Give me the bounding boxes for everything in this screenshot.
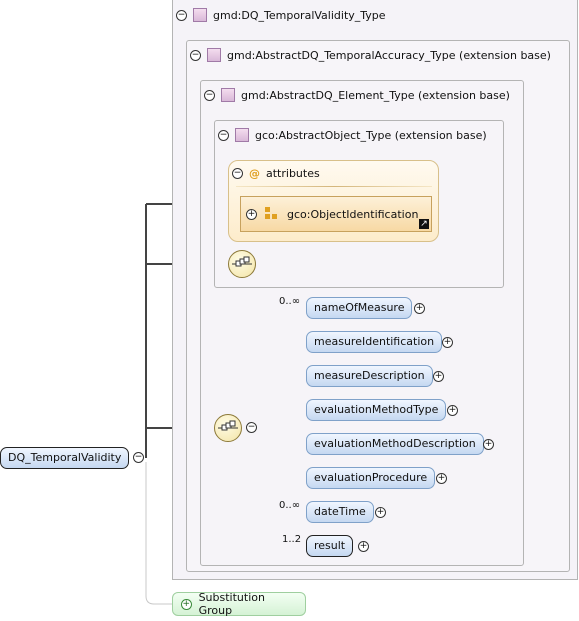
collapse-icon[interactable]: − [133, 452, 144, 463]
type-label: gmd:AbstractDQ_Element_Type (extension b… [241, 88, 510, 102]
collapse-icon[interactable]: − [190, 49, 201, 61]
type-header-abstract-element[interactable]: − gmd:AbstractDQ_Element_Type (extension… [204, 88, 510, 102]
substitution-group[interactable]: + Substitution Group [172, 591, 306, 617]
type-header-abstract-object[interactable]: − gco:AbstractObject_Type (extension bas… [218, 128, 487, 142]
expand-icon[interactable]: + [375, 507, 386, 518]
element-evaluation-method-description[interactable]: evaluationMethodDescription [306, 433, 484, 455]
type-label: gmd:AbstractDQ_TemporalAccuracy_Type (ex… [227, 48, 551, 62]
expand-icon[interactable]: + [433, 371, 444, 382]
attributes-divider [236, 186, 432, 187]
type-header-temporal-accuracy[interactable]: − gmd:AbstractDQ_TemporalAccuracy_Type (… [190, 48, 551, 62]
expand-icon[interactable]: + [436, 473, 447, 484]
attributes-header[interactable]: − @ attributes [232, 167, 320, 180]
substitution-group-label: Substitution Group [198, 591, 265, 617]
collapse-icon[interactable]: − [218, 129, 229, 141]
collapse-icon[interactable]: − [246, 422, 257, 433]
element-date-time[interactable]: dateTime [306, 501, 374, 523]
occurrence-label: 1..2 [282, 534, 302, 545]
type-label: gco:AbstractObject_Type (extension base) [255, 128, 487, 142]
element-measure-identification[interactable]: measureIdentification [306, 331, 443, 353]
complex-type-icon [235, 128, 249, 142]
sequence-compositor-icon[interactable] [214, 414, 242, 442]
sequence-compositor-icon[interactable] [228, 250, 256, 278]
expand-icon[interactable]: + [447, 405, 458, 416]
expand-icon[interactable]: + [358, 541, 369, 552]
attribute-group-label: gco:ObjectIdentification [287, 207, 419, 221]
root-element-dq-temporal-validity[interactable]: DQ_TemporalValidity [0, 447, 130, 469]
expand-icon[interactable]: + [181, 598, 192, 610]
attribute-group-icon [265, 207, 279, 221]
element-name-of-measure[interactable]: nameOfMeasure [306, 297, 413, 319]
element-result[interactable]: result [306, 535, 354, 557]
collapse-icon[interactable]: − [204, 89, 215, 101]
element-evaluation-procedure[interactable]: evaluationProcedure [306, 467, 436, 489]
element-evaluation-method-type[interactable]: evaluationMethodType [306, 399, 447, 421]
collapse-icon[interactable]: − [232, 168, 243, 179]
attributes-label: attributes [266, 167, 320, 180]
occurrence-label: 0..∞ [279, 500, 301, 511]
at-icon: @ [249, 167, 260, 180]
occurrence-label: 0..∞ [279, 296, 301, 307]
collapse-icon[interactable]: − [176, 9, 187, 21]
complex-type-icon [221, 88, 235, 102]
expand-icon[interactable]: + [246, 208, 257, 220]
expand-icon[interactable]: + [414, 303, 425, 314]
reference-arrow-icon: ↗ [419, 219, 429, 229]
type-label: gmd:DQ_TemporalValidity_Type [213, 8, 386, 22]
element-measure-description[interactable]: measureDescription [306, 365, 433, 387]
type-header-dq-temporal-validity[interactable]: − gmd:DQ_TemporalValidity_Type [176, 8, 386, 22]
expand-icon[interactable]: + [442, 337, 453, 348]
expand-icon[interactable]: + [483, 439, 494, 450]
complex-type-icon [207, 48, 221, 62]
complex-type-icon [193, 8, 207, 22]
attribute-group-ref[interactable]: + gco:ObjectIdentification ↗ [240, 196, 432, 232]
